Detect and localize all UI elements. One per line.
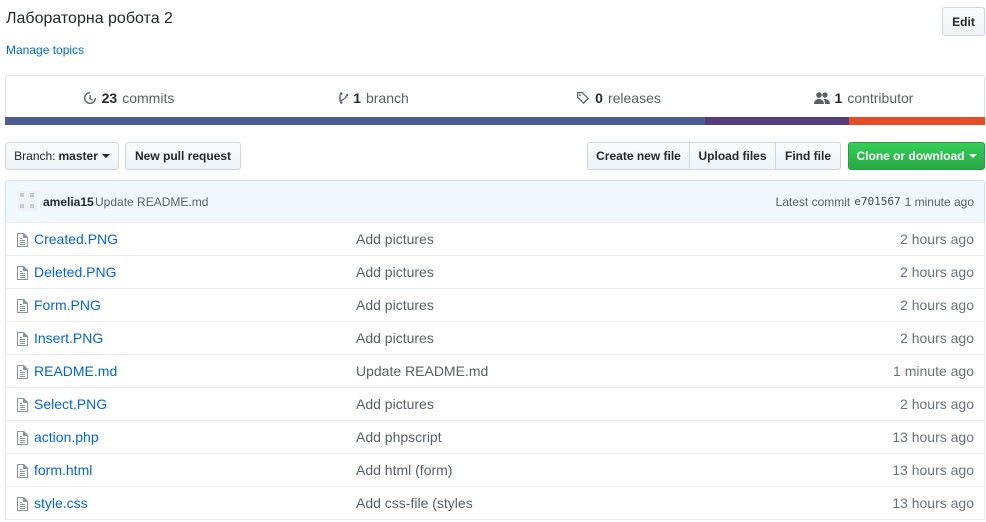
file-age: 2 hours ago — [900, 231, 974, 247]
file-icon — [16, 332, 28, 349]
caret-down-icon — [968, 154, 977, 158]
language-bar-segment[interactable] — [5, 117, 705, 125]
manage-topics-link[interactable]: Manage topics — [6, 43, 84, 57]
file-commit-message[interactable]: Add pictures — [356, 264, 434, 280]
file-commit-message[interactable]: Add pictures — [356, 231, 434, 247]
branches-count: 1 — [353, 90, 361, 106]
file-name-link[interactable]: form.html — [34, 462, 92, 478]
file-commit-message[interactable]: Add phpscript — [356, 429, 442, 445]
file-name-link[interactable]: style.css — [34, 495, 88, 511]
commit-message[interactable]: Update README.md — [95, 195, 208, 209]
file-icon — [16, 497, 28, 514]
releases-label: releases — [607, 90, 661, 106]
history-icon — [83, 92, 96, 104]
file-age: 1 minute ago — [893, 363, 974, 379]
file-commit-message[interactable]: Add pictures — [356, 330, 434, 346]
file-icon — [16, 365, 28, 382]
file-commit-message[interactable]: Add html (form) — [356, 462, 452, 478]
file-age: 2 hours ago — [900, 297, 974, 313]
contributors-stat[interactable]: 1 contributor — [741, 76, 986, 120]
new-pull-request-button[interactable]: New pull request — [125, 142, 241, 170]
table-row: form.html Add html (form) 13 hours ago — [6, 453, 984, 486]
people-icon — [813, 92, 830, 104]
file-name-link[interactable]: Select.PNG — [34, 396, 107, 412]
file-commit-message[interactable]: Add pictures — [356, 297, 434, 313]
file-icon — [16, 299, 28, 316]
file-name-link[interactable]: Insert.PNG — [34, 330, 103, 346]
file-icon — [16, 398, 28, 415]
language-bar[interactable] — [5, 117, 985, 125]
file-commit-message[interactable]: Update README.md — [356, 363, 488, 379]
file-commit-message[interactable]: Add css-file (styles — [356, 495, 473, 511]
commits-stat[interactable]: 23 commits — [6, 76, 251, 120]
table-row: Deleted.PNG Add pictures 2 hours ago — [6, 255, 984, 288]
file-age: 13 hours ago — [892, 495, 974, 511]
commit-sha[interactable]: e701567 — [854, 195, 900, 209]
releases-stat[interactable]: 0 releases — [496, 76, 741, 120]
file-age: 2 hours ago — [900, 330, 974, 346]
branches-stat[interactable]: 1 branch — [251, 76, 496, 120]
commits-label: commits — [122, 90, 175, 106]
contributors-count: 1 — [834, 90, 843, 106]
latest-commit-bar: amelia15 Update README.md Latest commit … — [5, 180, 985, 223]
file-name-link[interactable]: Created.PNG — [34, 231, 118, 247]
commit-meta: Latest commit e701567 1 minute ago — [776, 195, 974, 209]
file-icon — [16, 464, 28, 481]
file-list: Created.PNG Add pictures 2 hours ago Delete… — [5, 222, 985, 520]
caret-down-icon — [101, 154, 110, 158]
table-row: action.php Add phpscript 13 hours ago — [6, 420, 984, 453]
releases-count: 0 — [595, 90, 603, 106]
file-icon — [16, 233, 28, 250]
table-row: Insert.PNG Add pictures 2 hours ago — [6, 321, 984, 354]
commits-count: 23 — [101, 90, 118, 106]
clone-label: Clone or download — [856, 149, 965, 163]
repo-title: Лабораторна робота 2 — [6, 10, 173, 27]
commit-author[interactable]: amelia15 — [43, 195, 94, 209]
table-row: Created.PNG Add pictures 2 hours ago — [6, 222, 984, 255]
file-name-link[interactable]: Form.PNG — [34, 297, 101, 313]
table-row: README.md Update README.md 1 minute ago — [6, 354, 984, 387]
upload-files-button[interactable]: Upload files — [689, 142, 776, 170]
branch-icon — [339, 92, 349, 104]
branches-label: branch — [365, 90, 409, 106]
language-bar-segment[interactable] — [848, 117, 985, 125]
branch-prefix: Branch: — [14, 149, 56, 163]
table-row: Select.PNG Add pictures 2 hours ago — [6, 387, 984, 420]
find-file-button[interactable]: Find file — [775, 142, 841, 170]
table-row: style.css Add css-file (styles 13 hours ag… — [6, 486, 984, 519]
tag-icon — [577, 92, 590, 104]
create-new-file-button[interactable]: Create new file — [587, 142, 690, 170]
avatar[interactable] — [17, 191, 37, 211]
file-name-link[interactable]: Deleted.PNG — [34, 264, 116, 280]
contributors-label: contributor — [847, 90, 914, 106]
file-age: 13 hours ago — [892, 462, 974, 478]
file-name-link[interactable]: action.php — [34, 429, 99, 445]
file-age: 2 hours ago — [900, 396, 974, 412]
latest-commit-label: Latest commit — [775, 195, 851, 209]
branch-select-button[interactable]: Branch: master — [5, 142, 119, 170]
commit-age: 1 minute ago — [904, 195, 974, 209]
file-commit-message[interactable]: Add pictures — [356, 396, 434, 412]
file-icon — [16, 266, 28, 283]
clone-or-download-button[interactable]: Clone or download — [848, 142, 985, 170]
language-bar-segment[interactable] — [704, 117, 849, 125]
file-age: 2 hours ago — [900, 264, 974, 280]
edit-button[interactable]: Edit — [942, 7, 985, 36]
table-row: Form.PNG Add pictures 2 hours ago — [6, 288, 984, 321]
file-name-link[interactable]: README.md — [34, 363, 117, 379]
file-icon — [16, 431, 28, 448]
file-age: 13 hours ago — [892, 429, 974, 445]
branch-name: master — [58, 149, 98, 163]
